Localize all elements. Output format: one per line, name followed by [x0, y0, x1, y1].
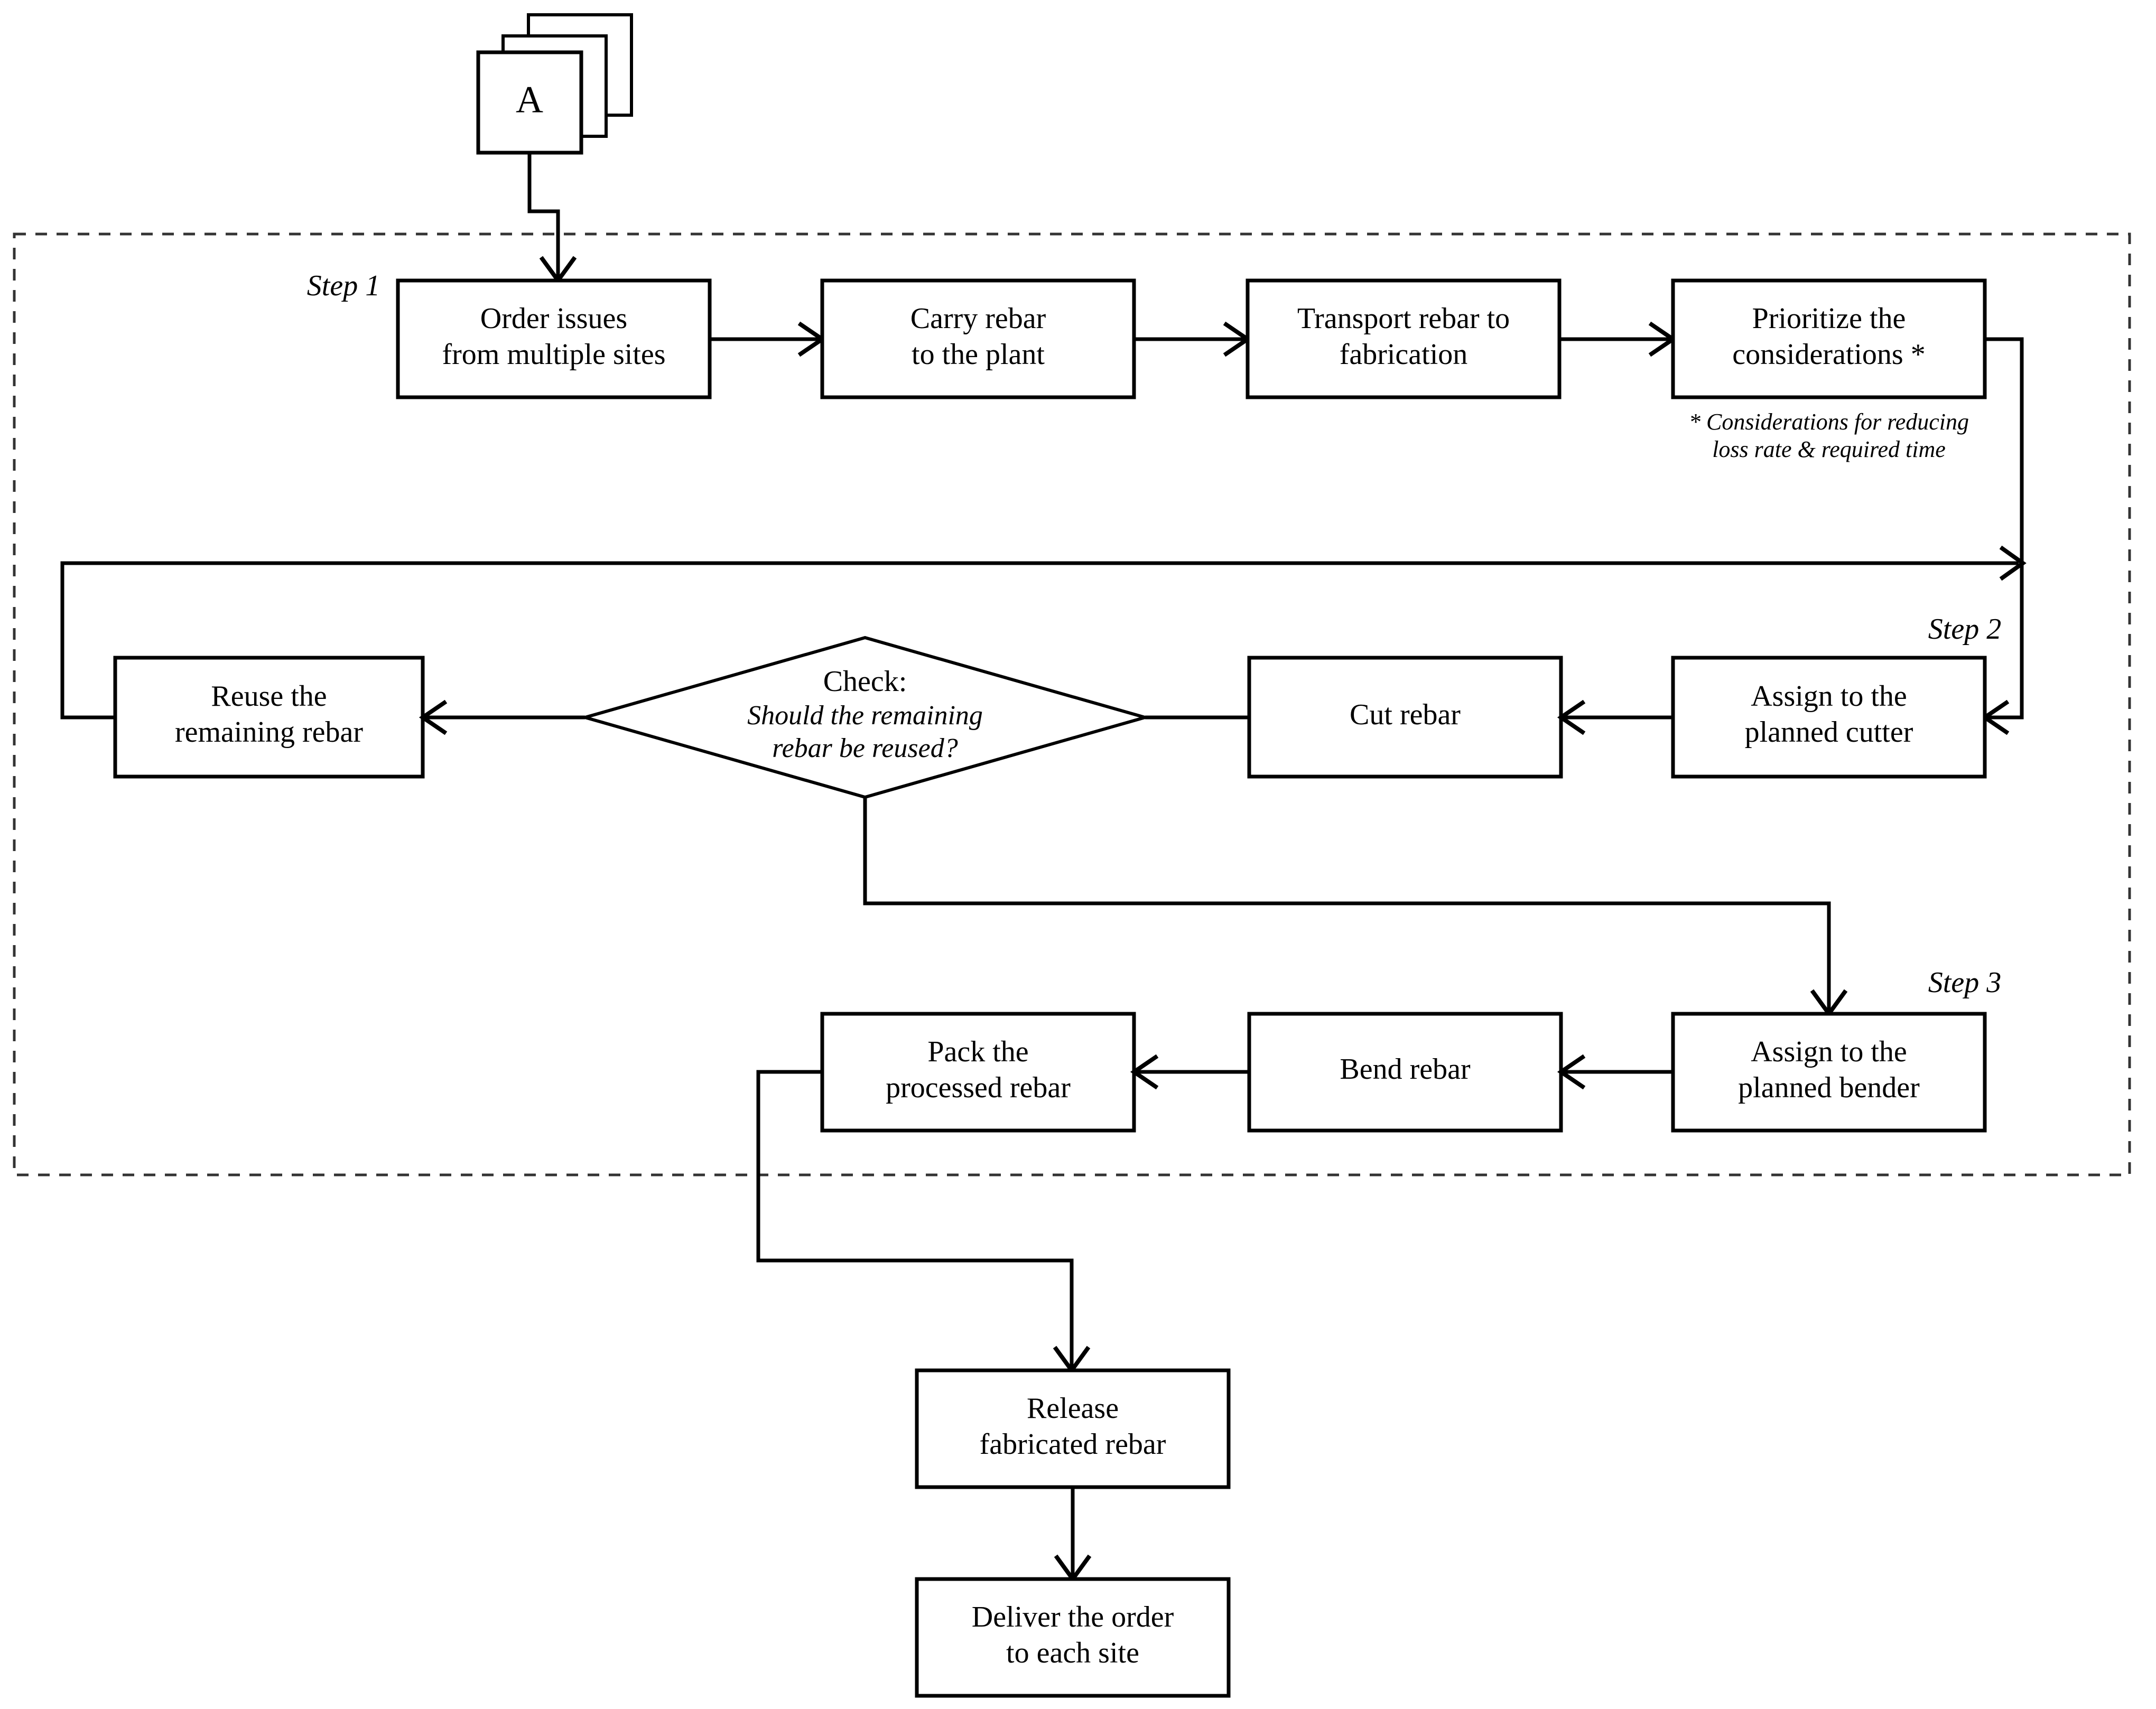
node-pack-rebar-line1: Pack the — [927, 1035, 1028, 1068]
node-order-issues-line2: from multiple sites — [442, 338, 665, 371]
node-prioritize-line1: Prioritize the — [1752, 302, 1906, 335]
footnote-line-1: * Considerations for reducing — [1689, 409, 1969, 435]
footnote-line-2: loss rate & required time — [1712, 436, 1946, 462]
node-carry-rebar-line2: to the plant — [912, 338, 1045, 371]
node-prioritize-considerations[interactable]: Prioritize the considerations * — [1671, 278, 1987, 399]
node-release-rebar-line1: Release — [1027, 1392, 1119, 1425]
node-prioritize-line2: considerations * — [1732, 338, 1925, 371]
node-cut-rebar-line1: Cut rebar — [1350, 698, 1461, 731]
node-pack-rebar-line2: processed rebar — [886, 1071, 1071, 1104]
node-check-decision-line3: rebar be reused? — [772, 733, 958, 763]
node-check-decision-line2: Should the remaining — [747, 701, 983, 731]
node-transport-rebar-line1: Transport rebar to — [1297, 302, 1510, 335]
connector-prioritize-to-assign-cutter — [1985, 337, 2024, 720]
node-order-issues[interactable]: Order issues from multiple sites — [396, 278, 712, 399]
node-check-decision[interactable]: Check: Should the remaining rebar be reu… — [579, 636, 1151, 799]
node-assign-cutter-line2: planned cutter — [1745, 716, 1913, 749]
start-card-letter: A — [516, 79, 543, 121]
node-assign-bender-line1: Assign to the — [1751, 1035, 1907, 1068]
step-2-label: Step 2 — [1928, 613, 2001, 646]
node-reuse-rebar-line2: remaining rebar — [175, 716, 363, 749]
node-release-rebar[interactable]: Release fabricated rebar — [915, 1368, 1231, 1489]
start-document-stack: A — [476, 13, 633, 155]
node-bend-rebar[interactable]: Bend rebar — [1247, 1012, 1563, 1133]
node-deliver-order[interactable]: Deliver the order to each site — [915, 1577, 1231, 1698]
node-assign-cutter[interactable]: Assign to the planned cutter — [1671, 656, 1987, 779]
connector-check-to-assign-bender — [863, 797, 1831, 1012]
node-check-decision-line1: Check: — [823, 665, 907, 698]
node-carry-rebar-line1: Carry rebar — [910, 302, 1046, 335]
node-cut-rebar[interactable]: Cut rebar — [1247, 656, 1563, 779]
node-assign-bender[interactable]: Assign to the planned bender — [1671, 1012, 1987, 1133]
flowchart-svg: A Step 1 Order issues from multiple site… — [13, 13, 2131, 1698]
node-deliver-order-line2: to each site — [1006, 1637, 1139, 1669]
node-deliver-order-line1: Deliver the order — [972, 1601, 1174, 1633]
node-transport-rebar[interactable]: Transport rebar to fabrication — [1246, 278, 1562, 399]
node-reuse-rebar-line1: Reuse the — [211, 680, 327, 713]
node-order-issues-line1: Order issues — [480, 302, 627, 335]
node-assign-bender-line2: planned bender — [1738, 1071, 1920, 1104]
flowchart-canvas: A Step 1 Order issues from multiple site… — [0, 0, 2156, 1709]
step-3-label: Step 3 — [1928, 966, 2001, 999]
node-transport-rebar-line2: fabrication — [1340, 338, 1468, 371]
step-1-label: Step 1 — [307, 269, 380, 302]
node-release-rebar-line2: fabricated rebar — [980, 1428, 1166, 1461]
node-pack-rebar[interactable]: Pack the processed rebar — [820, 1012, 1136, 1133]
node-assign-cutter-line1: Assign to the — [1751, 680, 1907, 713]
node-bend-rebar-line1: Bend rebar — [1340, 1053, 1471, 1086]
node-carry-rebar[interactable]: Carry rebar to the plant — [820, 278, 1136, 399]
node-reuse-rebar[interactable]: Reuse the remaining rebar — [113, 656, 425, 779]
